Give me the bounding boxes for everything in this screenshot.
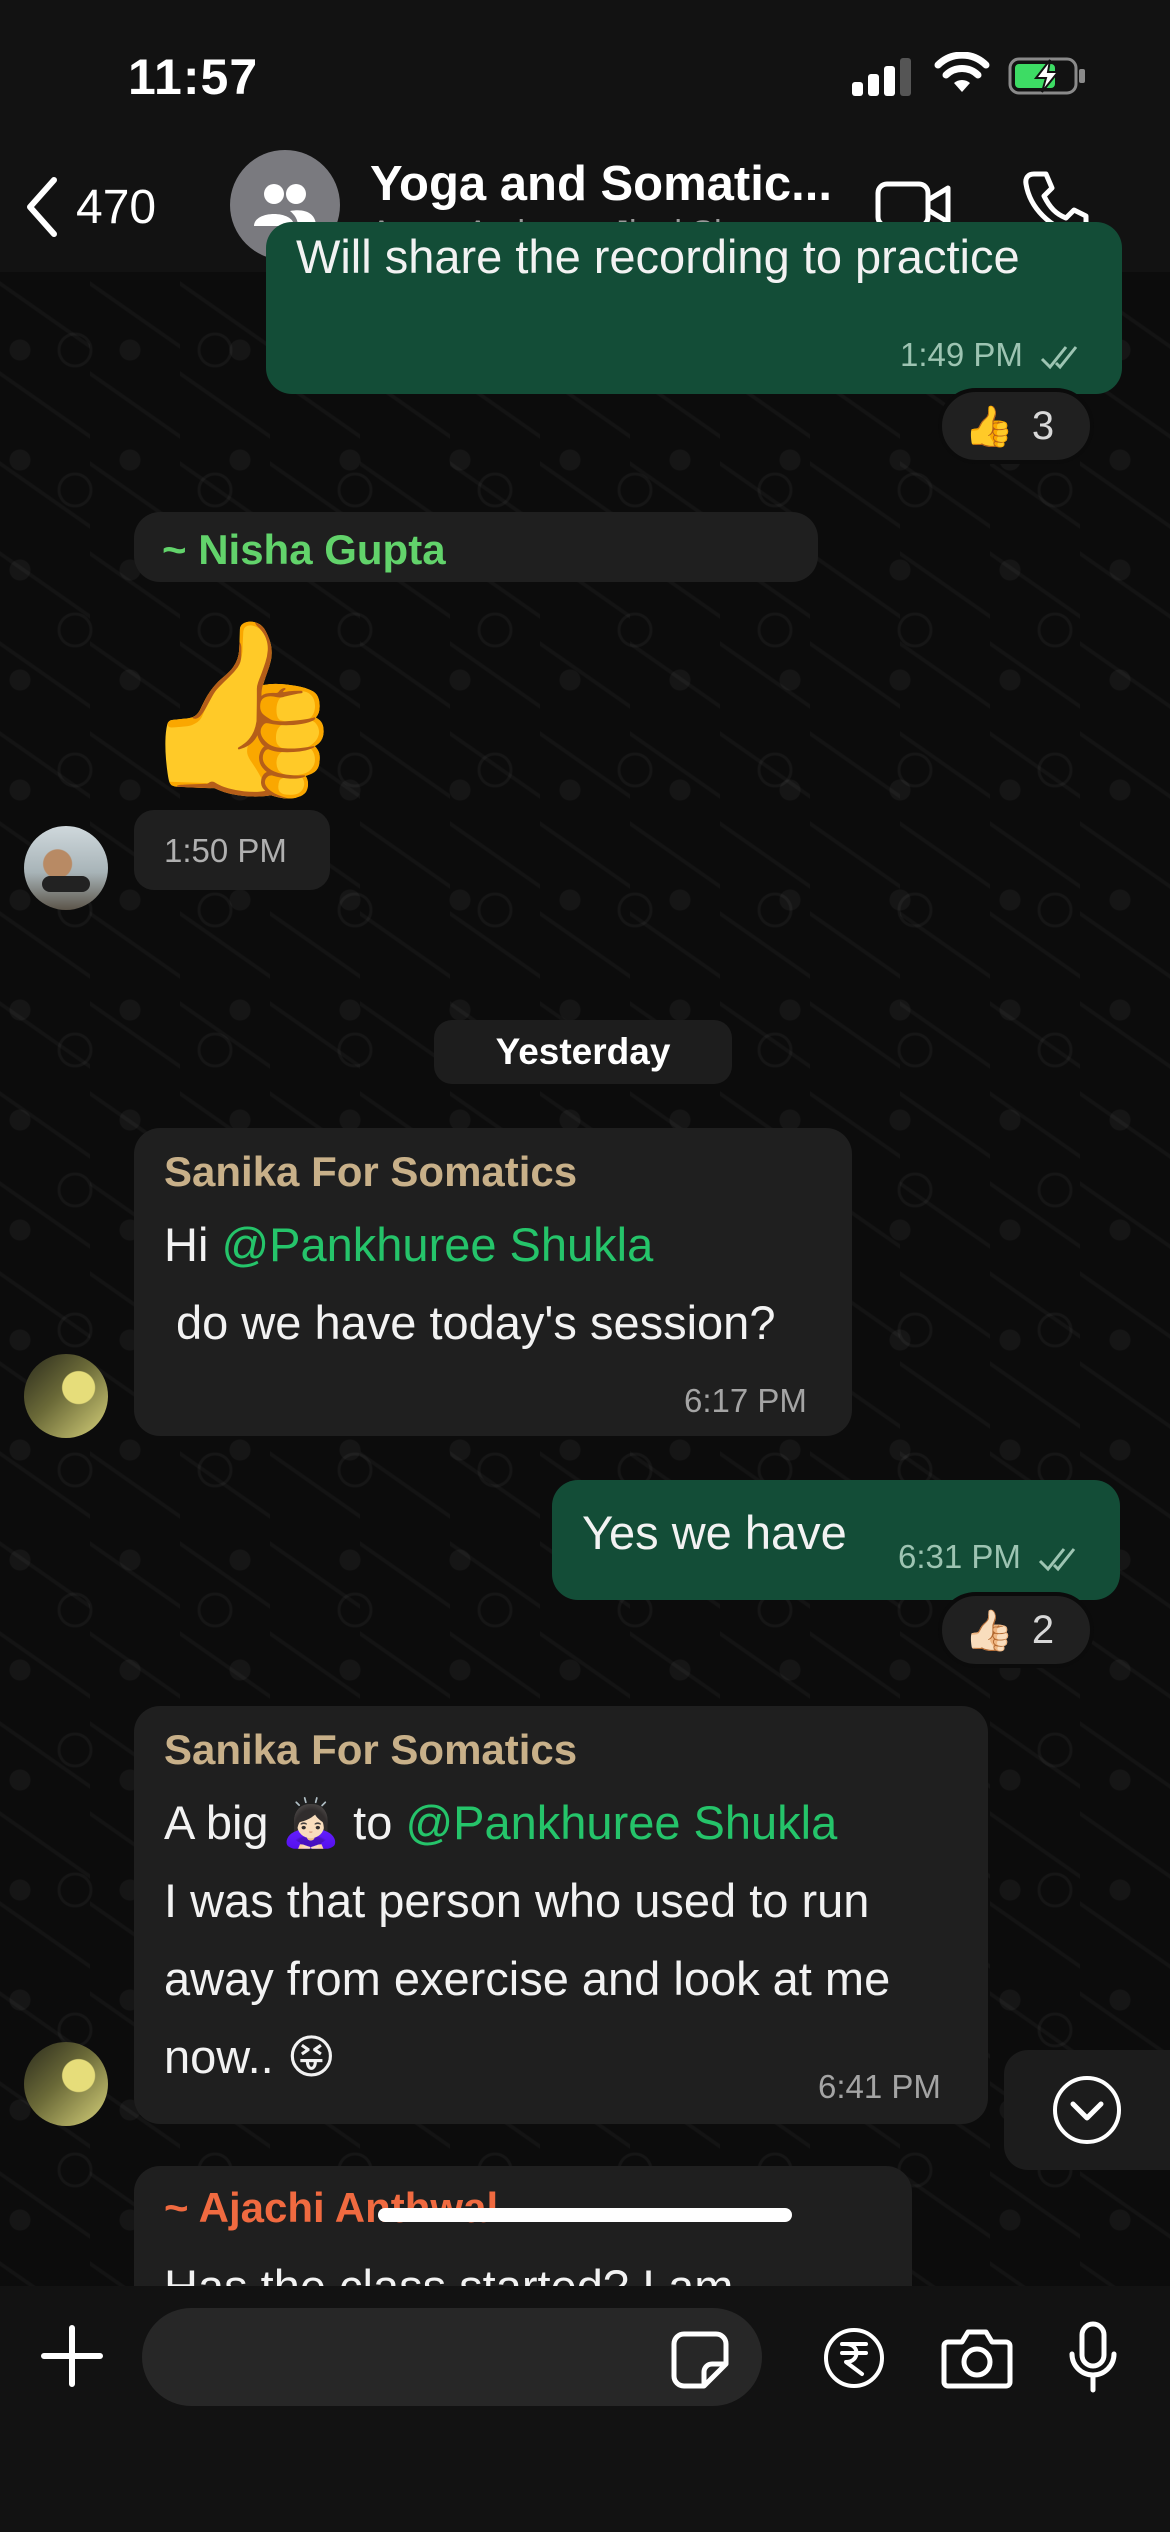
sender-name: Sanika For Somatics — [164, 1726, 578, 1773]
message-bubble-incoming[interactable]: Sanika For Somatics A big 🙇🏻‍♀️ to @Pank… — [134, 1706, 988, 2124]
avatar[interactable] — [24, 2042, 108, 2126]
scroll-to-bottom-button[interactable] — [1004, 2050, 1170, 2170]
mention-link[interactable]: @Pankhuree Shukla — [221, 1218, 653, 1271]
microphone-icon[interactable] — [1066, 2320, 1120, 2396]
message-text: now.. 😝 — [164, 2018, 336, 2096]
sticker-icon[interactable] — [670, 2330, 730, 2390]
mention-link[interactable]: @Pankhuree Shukla — [405, 1796, 837, 1849]
status-bar: 11:57 — [0, 0, 1170, 150]
message-text: away from exercise and look at me — [164, 1952, 891, 2005]
date-separator: Yesterday — [434, 1020, 732, 1084]
message-text-part: now.. — [164, 2030, 287, 2083]
camera-icon[interactable] — [940, 2326, 1014, 2390]
message-time: 6:41 PM — [818, 2068, 941, 2105]
message-text: Will share the recording to practice — [296, 230, 1020, 283]
thumbs-up-emoji-message[interactable]: 👍 — [136, 614, 348, 804]
message-time: 6:17 PM — [684, 1382, 807, 1419]
reaction-count: 3 — [1031, 403, 1055, 448]
composer-bar — [0, 2286, 1170, 2532]
read-receipt-icon — [1039, 1548, 1076, 1572]
message-text: Hi @Pankhuree Shukla — [164, 1214, 653, 1276]
unread-count: 470 — [76, 180, 157, 234]
avatar-bike-shape — [42, 876, 90, 892]
sender-name: ~ Nisha Gupta — [162, 526, 446, 573]
battery-charging-icon — [1008, 57, 1085, 95]
cellular-signal-icon — [852, 58, 914, 96]
message-time: 6:31 PM — [898, 1538, 1084, 1576]
status-time: 11:57 — [128, 49, 259, 105]
person-bowing-emoji: 🙇🏻‍♀️ — [281, 1796, 341, 1849]
read-receipt-icon — [1041, 346, 1078, 370]
home-indicator — [378, 2208, 792, 2222]
thumbs-up-reaction-icon: 👍🏻 — [964, 1608, 1014, 1653]
message-input[interactable] — [142, 2308, 762, 2406]
wifi-icon — [934, 52, 990, 92]
message-time-text: 1:49 PM — [900, 336, 1023, 373]
avatar[interactable] — [24, 1354, 108, 1438]
sender-name-bubble[interactable]: ~ Nisha Gupta — [134, 512, 818, 582]
message-text-part: A big — [164, 1796, 282, 1849]
rupee-payment-icon[interactable] — [822, 2326, 886, 2390]
message-time-pill: 1:50 PM — [134, 810, 330, 890]
thumbs-up-reaction-icon: 👍 — [964, 404, 1014, 449]
message-time: 1:50 PM — [164, 832, 287, 869]
message-text: A big 🙇🏻‍♀️ to @Pankhuree Shukla — [164, 1784, 837, 1862]
reaction-badge[interactable]: 👍🏻 2 — [938, 1592, 1094, 1668]
message-text: do we have today's session? — [176, 1296, 776, 1349]
reaction-badge[interactable]: 👍 3 — [938, 388, 1094, 464]
message-greeting: Hi — [164, 1218, 222, 1271]
message-text: Yes we have — [582, 1506, 847, 1559]
message-time-text: 6:31 PM — [898, 1538, 1021, 1575]
chevron-left-icon — [27, 177, 57, 237]
message-time: 1:49 PM — [900, 336, 1086, 374]
message-text: I was that person who used to run — [164, 1874, 870, 1927]
message-bubble-outgoing[interactable]: Yes we have 6:31 PM — [552, 1480, 1120, 1600]
plus-icon[interactable] — [36, 2320, 108, 2392]
chat-title[interactable]: Yoga and Somatic... — [370, 156, 830, 212]
message-bubble-outgoing[interactable]: Will share the recording to practice 1:4… — [266, 222, 1122, 394]
chevron-down-circle-icon — [1053, 2076, 1121, 2144]
tongue-emoji: 😝 — [286, 2030, 336, 2083]
back-button[interactable]: 470 — [22, 174, 156, 240]
reaction-count: 2 — [1031, 1607, 1055, 1652]
avatar[interactable] — [24, 826, 108, 910]
message-bubble-incoming[interactable]: Sanika For Somatics Hi @Pankhuree Shukla… — [134, 1128, 852, 1436]
message-text-part: to — [340, 1796, 406, 1849]
sender-name: Sanika For Somatics — [164, 1148, 578, 1195]
